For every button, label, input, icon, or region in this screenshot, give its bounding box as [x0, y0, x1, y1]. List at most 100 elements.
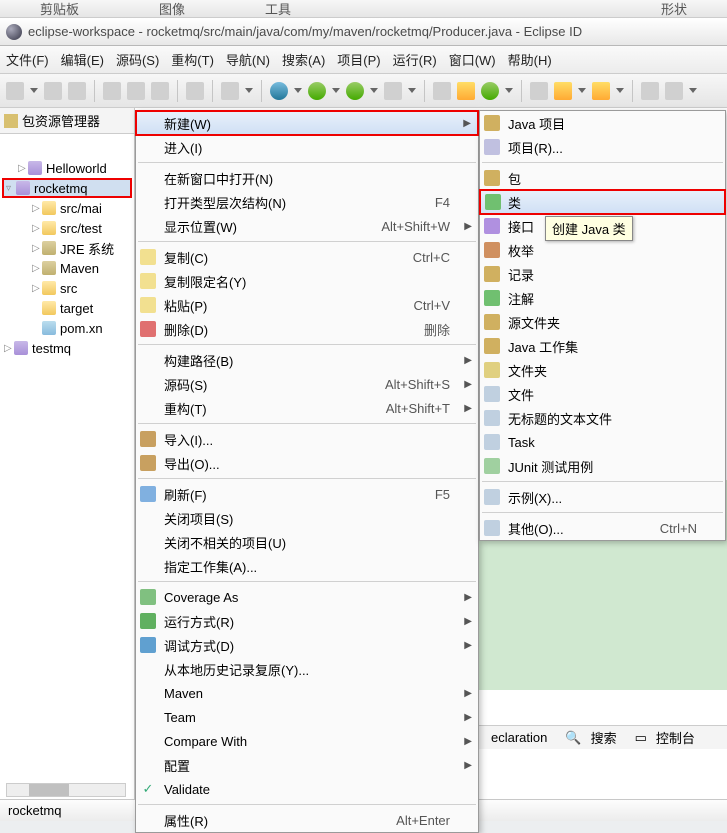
- menu-item[interactable]: 帮助(H): [508, 50, 552, 69]
- new-icon[interactable]: [6, 82, 24, 100]
- menu-item[interactable]: 关闭项目(S): [136, 506, 478, 530]
- menu-item[interactable]: 其他(O)...Ctrl+N: [480, 516, 725, 540]
- menu-item[interactable]: Java 项目: [480, 111, 725, 135]
- menu-item[interactable]: 新建(W)▶: [136, 111, 478, 135]
- menu-item[interactable]: 项目(P): [337, 50, 380, 69]
- ext-tools-icon[interactable]: [384, 82, 402, 100]
- tree-item[interactable]: pom.xn: [2, 318, 132, 338]
- menu-item[interactable]: 进入(I): [136, 135, 478, 159]
- menu-item[interactable]: Java 工作集: [480, 334, 725, 358]
- menu-item[interactable]: 构建路径(B)▶: [136, 348, 478, 372]
- menu-item[interactable]: 从本地历史记录复原(Y)...: [136, 657, 478, 681]
- menu-item[interactable]: 枚举: [480, 238, 725, 262]
- menu-item[interactable]: 重构(T)Alt+Shift+T▶: [136, 396, 478, 420]
- package-explorer[interactable]: 包资源管理器 ▷Helloworld▿rocketmq▷src/mai▷src/…: [0, 108, 135, 799]
- menu-item[interactable]: 文件(F): [6, 50, 49, 69]
- package-explorer-tab[interactable]: 包资源管理器: [0, 108, 134, 134]
- tree-item[interactable]: ▷Maven: [2, 258, 132, 278]
- expand-icon[interactable]: ▷: [18, 163, 28, 174]
- menu-item[interactable]: 删除(D)删除: [136, 317, 478, 341]
- menu-item[interactable]: 注解: [480, 286, 725, 310]
- menu-item[interactable]: 粘贴(P)Ctrl+V: [136, 293, 478, 317]
- search-icon[interactable]: [592, 82, 610, 100]
- menu-item[interactable]: 打开类型层次结构(N)F4: [136, 190, 478, 214]
- menu-item[interactable]: 复制限定名(Y): [136, 269, 478, 293]
- expand-icon[interactable]: ▿: [6, 183, 16, 194]
- toolbar[interactable]: [0, 74, 727, 108]
- menu-item[interactable]: 刷新(F)F5: [136, 482, 478, 506]
- menu-item[interactable]: 导航(N): [226, 50, 270, 69]
- menu-item[interactable]: 复制(C)Ctrl+C: [136, 245, 478, 269]
- expand-icon[interactable]: ▷: [32, 203, 42, 214]
- tab-search[interactable]: 🔍搜索: [565, 728, 622, 747]
- tree-item[interactable]: ▷src: [2, 278, 132, 298]
- menu-item[interactable]: 项目(R)...: [480, 135, 725, 159]
- menu-item[interactable]: 调试方式(D)▶: [136, 633, 478, 657]
- menu-item[interactable]: 导出(O)...: [136, 451, 478, 475]
- tab-declaration[interactable]: eclaration: [485, 730, 553, 745]
- dropdown-icon[interactable]: [689, 88, 697, 96]
- tool-icon[interactable]: [665, 82, 683, 100]
- menu-item[interactable]: 包: [480, 166, 725, 190]
- menu-item[interactable]: 在新窗口中打开(N): [136, 166, 478, 190]
- coverage-icon[interactable]: [346, 82, 364, 100]
- menu-item[interactable]: 源码(S): [116, 50, 159, 69]
- save-all-icon[interactable]: [68, 82, 86, 100]
- menu-item[interactable]: 类: [480, 190, 725, 214]
- dropdown-icon[interactable]: [616, 88, 624, 96]
- menu-item[interactable]: 源文件夹: [480, 310, 725, 334]
- tab-console[interactable]: ▭控制台: [635, 728, 701, 747]
- save-icon[interactable]: [44, 82, 62, 100]
- tool-icon[interactable]: [151, 82, 169, 100]
- tree-item[interactable]: ▷testmq: [2, 338, 132, 358]
- tree-item[interactable]: ▷Helloworld: [2, 158, 132, 178]
- menu-bar[interactable]: 文件(F)编辑(E)源码(S)重构(T)导航(N)搜索(A)项目(P)运行(R)…: [0, 46, 727, 74]
- tool-icon[interactable]: [641, 82, 659, 100]
- expand-icon[interactable]: ▷: [32, 243, 42, 254]
- expand-icon[interactable]: ▷: [32, 283, 42, 294]
- tree-item[interactable]: ▷JRE 系统: [2, 238, 132, 258]
- tree-item[interactable]: target: [2, 298, 132, 318]
- tree-item[interactable]: ▿rocketmq: [2, 178, 132, 198]
- dropdown-icon[interactable]: [505, 88, 513, 96]
- menu-item[interactable]: Team▶: [136, 705, 478, 729]
- menu-item[interactable]: 记录: [480, 262, 725, 286]
- menu-item[interactable]: Task: [480, 430, 725, 454]
- menu-item[interactable]: 文件: [480, 382, 725, 406]
- debug-icon[interactable]: [270, 82, 288, 100]
- expand-icon[interactable]: ▷: [32, 223, 42, 234]
- menu-item[interactable]: 搜索(A): [282, 50, 325, 69]
- tool-icon[interactable]: [186, 82, 204, 100]
- menu-item[interactable]: 显示位置(W)Alt+Shift+W▶: [136, 214, 478, 238]
- menu-item[interactable]: 关闭不相关的项目(U): [136, 530, 478, 554]
- scrollbar-thumb[interactable]: [29, 784, 69, 796]
- expand-icon[interactable]: ▷: [4, 343, 14, 354]
- horizontal-scrollbar[interactable]: [6, 783, 126, 797]
- tool-icon[interactable]: [127, 82, 145, 100]
- menu-item[interactable]: JUnit 测试用例: [480, 454, 725, 478]
- tree-item[interactable]: ▷src/mai: [2, 198, 132, 218]
- menu-item[interactable]: Compare With▶: [136, 729, 478, 753]
- dropdown-icon[interactable]: [294, 88, 302, 96]
- menu-item[interactable]: 配置▶: [136, 753, 478, 777]
- menu-item[interactable]: 无标题的文本文件: [480, 406, 725, 430]
- tool-icon[interactable]: [221, 82, 239, 100]
- new-submenu[interactable]: Java 项目项目(R)...包类接口枚举记录注解源文件夹Java 工作集文件夹…: [479, 110, 726, 541]
- tool-icon[interactable]: [103, 82, 121, 100]
- dropdown-icon[interactable]: [332, 88, 340, 96]
- tool-icon[interactable]: [433, 82, 451, 100]
- tool-icon[interactable]: [530, 82, 548, 100]
- tool-icon[interactable]: [481, 82, 499, 100]
- run-icon[interactable]: [308, 82, 326, 100]
- open-task-icon[interactable]: [554, 82, 572, 100]
- menu-item[interactable]: 窗口(W): [449, 50, 496, 69]
- menu-item[interactable]: 文件夹: [480, 358, 725, 382]
- menu-item[interactable]: 指定工作集(A)...: [136, 554, 478, 578]
- menu-item[interactable]: 编辑(E): [61, 50, 104, 69]
- menu-item[interactable]: 运行(R): [393, 50, 437, 69]
- menu-item[interactable]: 导入(I)...: [136, 427, 478, 451]
- dropdown-icon[interactable]: [370, 88, 378, 96]
- menu-item[interactable]: 属性(R)Alt+Enter: [136, 808, 478, 832]
- menu-item[interactable]: 源码(S)Alt+Shift+S▶: [136, 372, 478, 396]
- bottom-tabs[interactable]: eclaration 🔍搜索 ▭控制台: [479, 725, 727, 749]
